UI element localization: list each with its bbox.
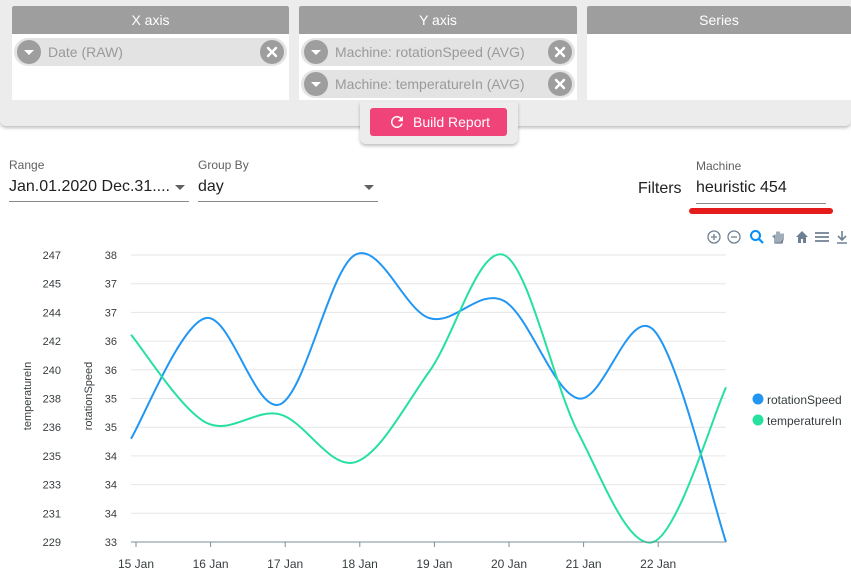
build-report-container: Build Report	[360, 102, 518, 144]
build-report-label: Build Report	[413, 114, 491, 130]
pan-hand-icon[interactable]	[770, 229, 786, 245]
zoom-out-icon[interactable]	[726, 229, 742, 245]
group-by-select[interactable]: day	[198, 178, 224, 196]
menu-icon[interactable]	[814, 229, 830, 245]
x-tick-label: 20 Jan	[491, 557, 527, 571]
legend-marker	[752, 393, 764, 405]
y-tick-label: 231	[43, 508, 61, 520]
y-tick-label: 37	[105, 279, 117, 291]
y-axis-title: rotationSpeed	[83, 362, 95, 431]
chevron-down-icon[interactable]	[17, 40, 41, 64]
x-tick-label: 21 Jan	[566, 557, 602, 571]
refresh-icon	[390, 115, 403, 128]
group-by-label: Group By	[198, 158, 249, 172]
legend-label: temperatureIn	[767, 414, 842, 428]
chevron-down-icon[interactable]	[364, 185, 374, 190]
machine-label: Machine	[696, 159, 742, 173]
x-tick-label: 18 Jan	[342, 557, 378, 571]
y-tick-label: 235	[43, 451, 61, 463]
y-axis-chip-rotation-speed[interactable]: Machine: rotationSpeed (AVG)	[301, 38, 575, 66]
y-tick-label: 36	[105, 365, 117, 377]
chevron-down-icon[interactable]	[304, 40, 328, 64]
x-axis-chip-date[interactable]: Date (RAW)	[14, 38, 287, 66]
chart-legend[interactable]: rotationSpeed temperatureIn	[752, 393, 842, 428]
y-tick-label: 229	[43, 537, 61, 549]
chart-grid	[131, 254, 726, 543]
group-by-underline	[198, 201, 378, 202]
y-tick-label: 34	[105, 480, 117, 492]
selection-zoom-icon[interactable]	[749, 229, 765, 245]
range-underline	[9, 201, 189, 202]
legend-marker	[752, 414, 764, 426]
highlight-annotation	[689, 208, 833, 214]
chevron-down-icon[interactable]	[304, 72, 328, 96]
y-tick-label: 238	[43, 394, 61, 406]
y-tick-label: 244	[43, 307, 61, 319]
x-axis-dropzone[interactable]: X axis Date (RAW)	[12, 6, 289, 100]
x-tick-label: 17 Jan	[267, 557, 303, 571]
series-line-temperatureIn	[130, 253, 727, 544]
series-dropzone[interactable]: Series	[587, 6, 851, 100]
chip-label: Date (RAW)	[48, 44, 123, 60]
close-icon[interactable]	[260, 40, 284, 64]
x-axis: 15 Jan 16 Jan 17 Jan 18 Jan 19 Jan 20 Jan 21 J…	[118, 541, 726, 571]
y-tick-label: 33	[105, 537, 117, 549]
series-line-rotationSpeed	[130, 252, 727, 543]
zoom-in-icon[interactable]	[706, 229, 722, 245]
y-tick-label: 233	[43, 480, 61, 492]
x-tick-label: 16 Jan	[193, 557, 229, 571]
y-tick-label: 34	[105, 451, 117, 463]
y-axis-chip-temperature-in[interactable]: Machine: temperatureIn (AVG)	[301, 70, 575, 98]
chevron-down-icon[interactable]	[175, 185, 185, 190]
y-tick-label: 38	[105, 250, 117, 262]
range-label: Range	[9, 158, 45, 172]
build-report-button[interactable]: Build Report	[370, 108, 507, 136]
y-tick-label: 242	[43, 336, 61, 348]
y-tick-label: 245	[43, 279, 61, 291]
x-axis-header: X axis	[12, 6, 289, 34]
y-tick-label: 240	[43, 365, 61, 377]
filters-label: Filters	[638, 180, 682, 197]
x-tick-label: 22 Jan	[640, 557, 676, 571]
chart-series	[130, 252, 727, 544]
home-reset-icon[interactable]	[794, 229, 810, 245]
y-tick-label: 247	[43, 250, 61, 262]
machine-filter-input[interactable]: heuristic 454	[696, 179, 787, 197]
series-header: Series	[587, 6, 851, 34]
x-tick-label: 19 Jan	[416, 557, 452, 571]
legend-label: rotationSpeed	[767, 393, 842, 407]
y-axis-temperature: 247 245 244 242 240 238 236 235 233 231 229 tempera…	[22, 250, 61, 549]
chip-label: Machine: rotationSpeed (AVG)	[335, 44, 525, 60]
y-tick-label: 35	[105, 422, 117, 434]
y-tick-label: 37	[105, 307, 117, 319]
y-axis-dropzone[interactable]: Y axis Machine: rotationSpeed (AVG) Mach…	[299, 6, 577, 100]
range-select[interactable]: Jan.01.2020 Dec.31....	[9, 178, 170, 196]
y-tick-label: 236	[43, 422, 61, 434]
y-tick-label: 36	[105, 336, 117, 348]
close-icon[interactable]	[548, 40, 572, 64]
close-icon[interactable]	[548, 72, 572, 96]
y-axis-title: temperatureIn	[22, 362, 34, 430]
download-icon[interactable]	[834, 229, 850, 245]
y-axis-rotation: 38 37 37 36 36 35 35 34 34 34 33 rotationSpeed	[83, 250, 117, 549]
y-axis-header: Y axis	[299, 6, 577, 34]
chip-label: Machine: temperatureIn (AVG)	[335, 76, 525, 92]
x-tick-label: 15 Jan	[118, 557, 154, 571]
y-tick-label: 34	[105, 508, 117, 520]
y-tick-label: 35	[105, 394, 117, 406]
machine-underline	[696, 203, 826, 204]
